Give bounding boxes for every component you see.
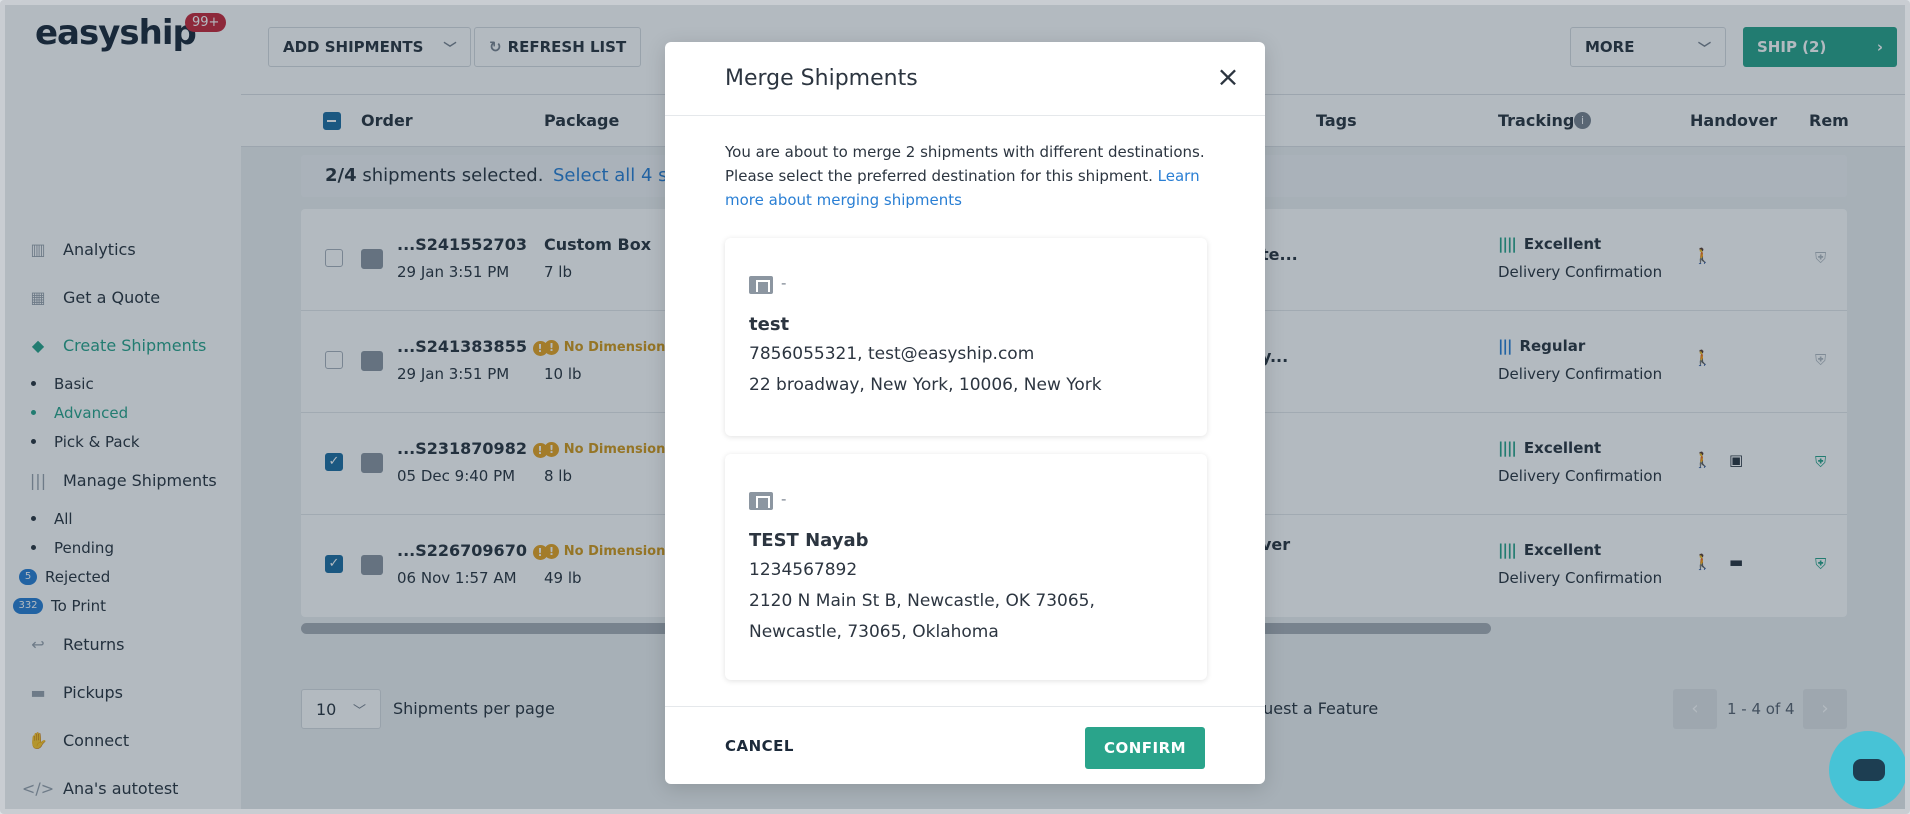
- destination-address: 2120 N Main St B, Newcastle, OK 73065,: [749, 591, 1095, 611]
- destination-option[interactable]: - TEST Nayab 1234567892 2120 N Main St B…: [725, 454, 1207, 680]
- close-icon[interactable]: ×: [1213, 62, 1243, 92]
- destination-name: TEST Nayab: [749, 530, 869, 551]
- confirm-button[interactable]: CONFIRM: [1085, 727, 1205, 769]
- destination-option[interactable]: - test 7856055321, test@easyship.com 22 …: [725, 238, 1207, 436]
- chat-widget-icon[interactable]: [1829, 731, 1905, 809]
- dialog-body: You are about to merge 2 shipments with …: [725, 140, 1207, 212]
- dialog-title: Merge Shipments: [725, 66, 918, 91]
- destination-address-line2: Newcastle, 73065, Oklahoma: [749, 622, 999, 642]
- building-icon: [749, 276, 773, 294]
- destination-name: test: [749, 314, 790, 335]
- destination-contact: 7856055321, test@easyship.com: [749, 344, 1035, 364]
- app-window: easyship 99+ ▥ Analytics ▦ Get a Quote ◆…: [0, 0, 1910, 814]
- destination-address: 22 broadway, New York, 10006, New York: [749, 375, 1102, 395]
- dialog-description: You are about to merge 2 shipments with …: [725, 143, 1205, 185]
- cancel-button[interactable]: CANCEL: [725, 737, 794, 755]
- building-icon: [749, 492, 773, 510]
- dialog-footer: CANCEL CONFIRM: [665, 706, 1265, 784]
- destination-contact: 1234567892: [749, 560, 858, 580]
- dialog-header: Merge Shipments ×: [665, 42, 1265, 116]
- merge-shipments-dialog: Merge Shipments × You are about to merge…: [665, 42, 1265, 784]
